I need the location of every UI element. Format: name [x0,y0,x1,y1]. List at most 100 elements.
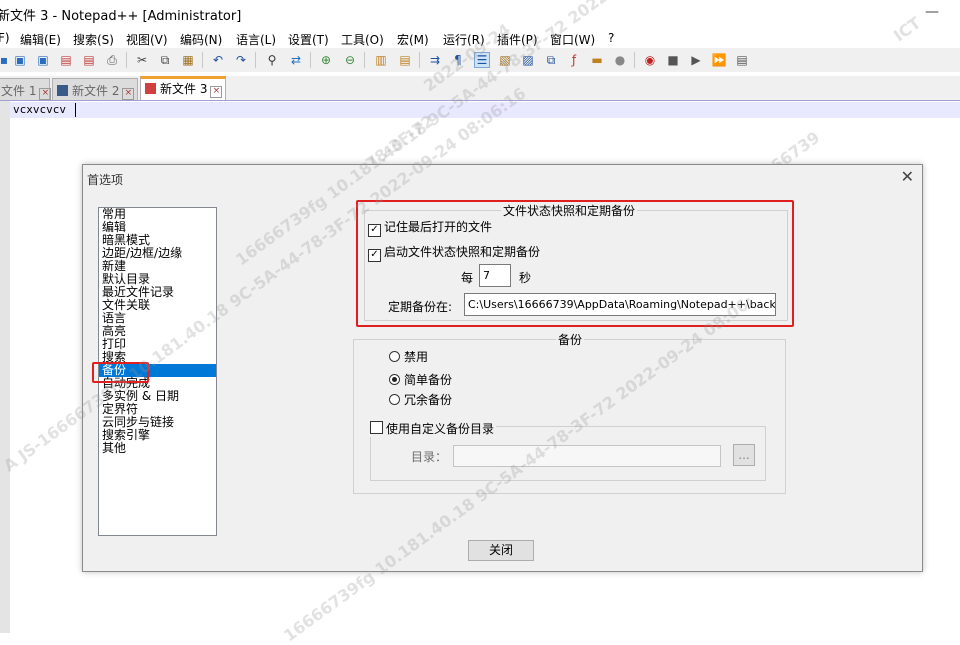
cut-icon[interactable]: ✂ [134,52,150,68]
radio-label: 冗余备份 [404,393,453,407]
close-icon[interactable]: ✕ [901,167,914,186]
folder-workspace-icon[interactable]: ▬ [589,52,605,68]
backup-path-input[interactable]: C:\Users\16666739\AppData\Roaming\Notepa… [464,293,776,316]
zoom-out-icon[interactable]: ⊖ [342,52,358,68]
menu-macro[interactable]: 宏(M) [397,31,429,48]
menu-encoding[interactable]: 编码(N) [180,31,222,48]
menu-window[interactable]: 窗口(W) [550,31,595,48]
udl-icon[interactable]: ▧ [497,52,513,68]
close-icon[interactable]: × [122,88,135,100]
minimize-button[interactable]: — [925,4,939,20]
menu-bar: F) 编辑(E) 搜索(S) 视图(V) 编码(N) 语言(L) 设置(T) 工… [0,28,960,48]
menu-view[interactable]: 视图(V) [126,31,168,48]
backup-disabled-radio[interactable]: 禁用 [389,348,428,365]
tab-label: 新文件 2 [72,84,120,98]
word-wrap-icon[interactable]: ⇉ [427,52,443,68]
zoom-in-icon[interactable]: ⊕ [318,52,334,68]
custom-dir-checkbox[interactable]: 使用自定义备份目录 [370,420,497,437]
editor-gutter [0,101,10,633]
toolbar-separator [126,52,127,68]
print-icon[interactable]: ⎙ [104,52,120,68]
menu-plugins[interactable]: 插件(P) [497,31,538,48]
remember-last-checkbox[interactable]: ✓ 记住最后打开的文件 [368,218,492,237]
remember-last-label: 记住最后打开的文件 [384,220,493,234]
undo-icon[interactable]: ↶ [210,52,226,68]
run-macro-multiple-icon[interactable]: ⏩ [711,52,727,68]
checkbox-unchecked-icon[interactable] [370,421,383,434]
menu-edit[interactable]: 编辑(E) [20,31,61,48]
paste-icon[interactable]: ▦ [180,52,196,68]
enable-snapshot-checkbox[interactable]: ✓ 启动文件状态快照和定期备份 [368,243,540,262]
toolbar-separator [364,52,365,68]
toolbar-separator [255,52,256,68]
preferences-dialog: 首选项 ✕ 常用 编辑 暗黑模式 边距/边框/边缘 新建 默认目录 最近文件记录… [82,164,923,572]
close-file-icon[interactable]: ▤ [58,52,74,68]
save-all-icon[interactable]: ▣ [35,52,51,68]
radio-icon[interactable] [389,394,400,405]
backup-simple-radio[interactable]: 简单备份 [389,371,452,388]
tab-file-2[interactable]: 新文件 2 × [52,78,138,100]
function-list-icon[interactable]: ƒ [566,52,582,68]
stop-macro-icon[interactable]: ■ [665,52,681,68]
seconds-label: 秒 [519,271,532,285]
close-icon[interactable]: × [210,86,223,98]
show-all-characters-icon[interactable]: ¶ [450,52,466,68]
menu-file[interactable]: F) [0,31,10,45]
save-icon[interactable]: ▣ [12,52,28,68]
backup-dir-input[interactable] [453,445,721,467]
toolbar-separator [634,52,635,68]
indent-guide-icon[interactable]: ☰ [474,52,490,68]
browse-button[interactable]: ... [733,444,755,466]
unsaved-disk-icon [145,83,156,94]
toolbar-separator [310,52,311,68]
menu-search[interactable]: 搜索(S) [73,31,114,48]
tab-label: 新文件 3 [160,82,208,96]
current-line-highlight [10,102,960,118]
checkbox-checked-icon[interactable]: ✓ [368,224,381,237]
highlight-box [92,362,149,383]
radio-label: 禁用 [404,350,429,364]
record-macro-icon[interactable]: ◉ [642,52,658,68]
play-macro-icon[interactable]: ▶ [688,52,704,68]
category-item[interactable]: 其他 [99,442,216,455]
sync-horizontal-icon[interactable]: ▤ [397,52,413,68]
menu-help[interactable]: ? [608,31,614,45]
redo-icon[interactable]: ↷ [233,52,249,68]
menu-language[interactable]: 语言(L) [236,31,276,48]
every-label: 每 [461,271,474,285]
monitoring-icon[interactable]: ● [612,52,628,68]
tab-label: 文件 1 [1,84,37,98]
tab-bar: 文件 1 × 新文件 2 × 新文件 3 × [0,76,960,101]
radio-selected-icon[interactable] [389,374,400,385]
toolbar-separator [419,52,420,68]
menu-tools[interactable]: 工具(O) [341,31,384,48]
sync-vertical-icon[interactable]: ▥ [373,52,389,68]
backup-verbose-radio[interactable]: 冗余备份 [389,391,452,408]
find-icon[interactable]: ⚲ [264,52,280,68]
window-title: 新文件 3 - Notepad++ [Administrator] [0,9,242,24]
enable-snapshot-label: 启动文件状态快照和定期备份 [384,245,541,259]
interval-input[interactable]: 7 [479,264,511,287]
replace-icon[interactable]: ⇄ [288,52,304,68]
menu-run[interactable]: 运行(R) [443,31,485,48]
toolbar-separator [202,52,203,68]
close-button[interactable]: 关闭 [468,540,534,561]
dir-label: 目录： [411,450,448,464]
save-macro-icon[interactable]: ▤ [734,52,750,68]
radio-label: 简单备份 [404,373,453,387]
doc-list-icon[interactable]: ⧉ [543,52,559,68]
close-all-icon[interactable]: ▤ [81,52,97,68]
close-icon[interactable]: × [39,88,52,100]
backup-group-title: 备份 [556,331,585,348]
radio-icon[interactable] [389,351,400,362]
checkbox-checked-icon[interactable]: ✓ [368,249,381,262]
editor-text[interactable]: vcxvcvcv [13,103,66,116]
tab-file-1[interactable]: 文件 1 × [0,78,52,100]
new-file-icon[interactable]: ▪ [0,52,12,68]
title-bar: 新文件 3 - Notepad++ [Administrator] — [0,0,960,26]
tab-file-3[interactable]: 新文件 3 × [140,76,226,100]
copy-icon[interactable]: ⧉ [157,52,173,68]
menu-settings[interactable]: 设置(T) [288,31,329,48]
backup-path-label: 定期备份在: [388,300,453,314]
doc-map-icon[interactable]: ▨ [520,52,536,68]
